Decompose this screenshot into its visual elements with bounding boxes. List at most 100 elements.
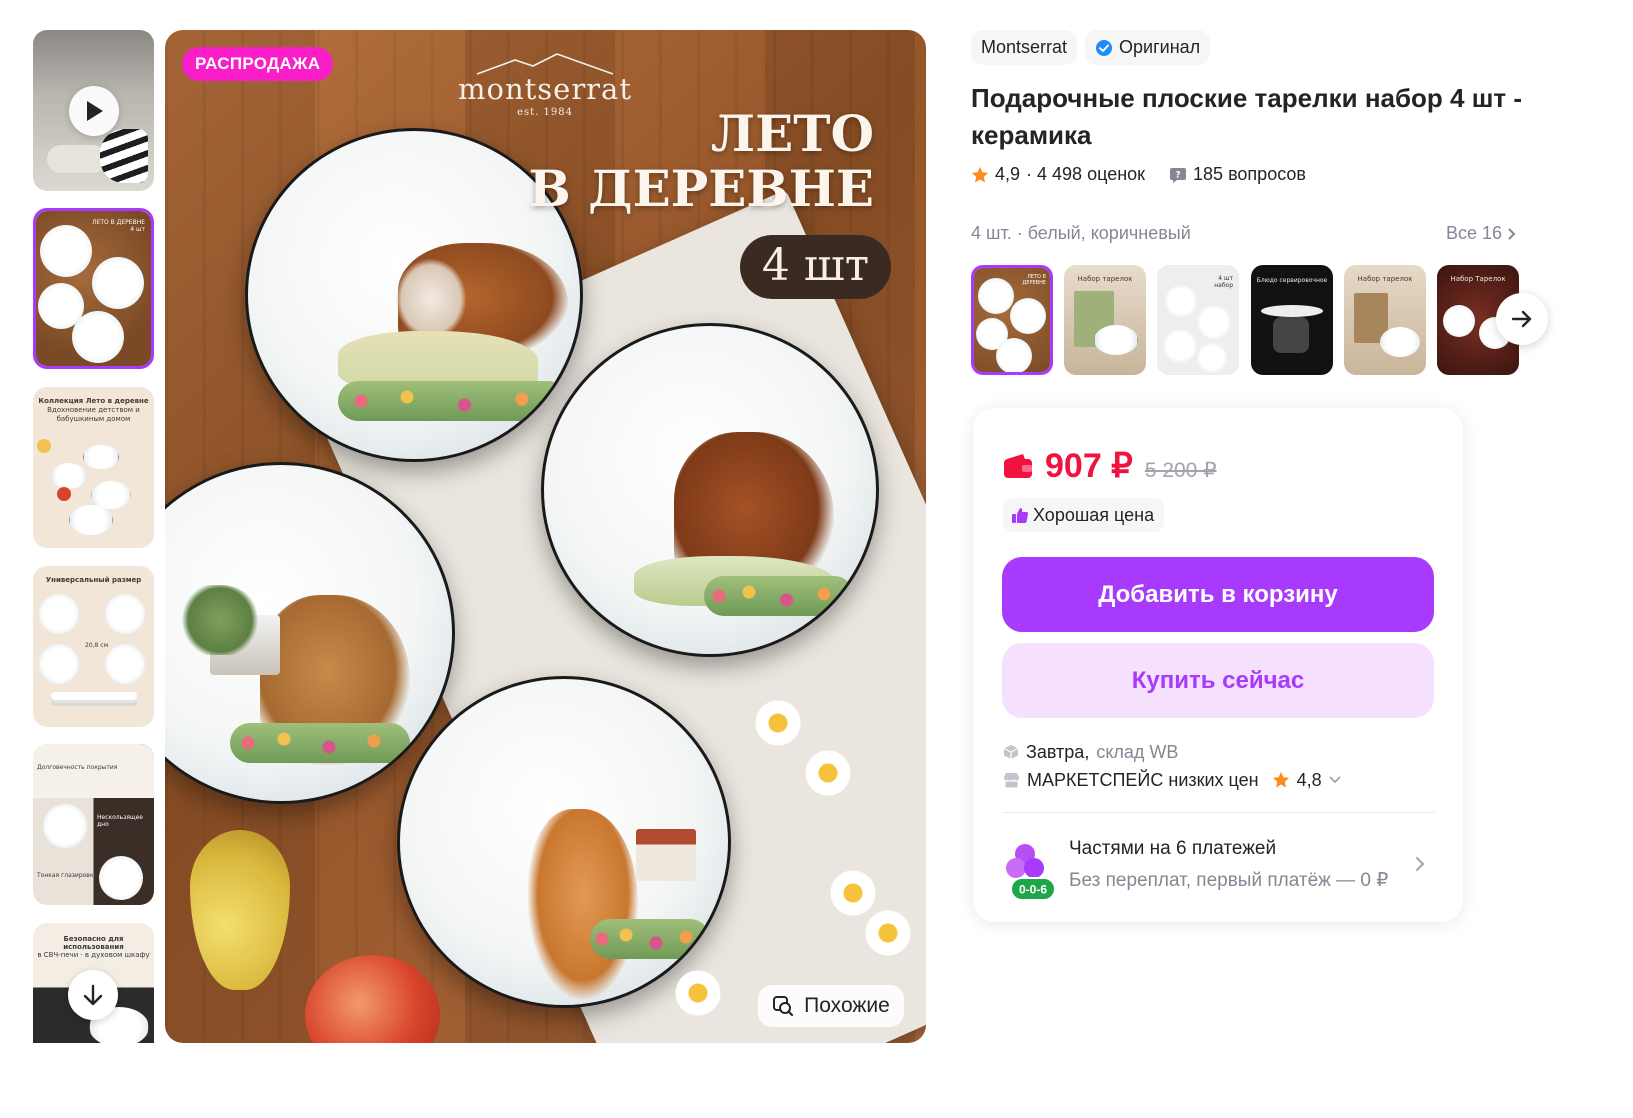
buy-card: 907 ₽ 5 200 ₽ Хорошая цена Добавить в ко… xyxy=(973,408,1463,922)
daisy-decoration xyxy=(755,700,801,746)
variant-caption: ЛЕТО В ДЕРЕВНЕ xyxy=(1022,274,1046,286)
count-pill: 4 шт xyxy=(740,235,891,299)
product-title: Подарочные плоские тарелки набор 4 шт - … xyxy=(971,83,1523,150)
box-icon xyxy=(1003,745,1019,759)
old-price: 5 200 ₽ xyxy=(1144,459,1217,482)
main-product-image[interactable]: РАСПРОДАЖА montserrat est. 1984 ЛЕТО В Д… xyxy=(165,30,926,1043)
question-icon: ? xyxy=(1170,167,1187,183)
thumbnail-caption: 4 шт xyxy=(130,226,145,234)
installments-title: Частями на 6 платежей xyxy=(1069,838,1277,859)
original-tag[interactable]: Оригинал xyxy=(1085,30,1211,65)
thumbnail-caption: Долговечность покрытия xyxy=(37,764,118,771)
thumbnail-image: Универсальный размер 20,8 см xyxy=(33,566,154,727)
variant-image: Набор тарелок xyxy=(1344,265,1426,375)
buy-now-button[interactable]: Купить сейчас xyxy=(1002,643,1434,718)
delivery-info: Завтра, склад WB МАРКЕТСПЕЙС низких цен … xyxy=(1003,738,1341,794)
installments-badge: 0-0-6 xyxy=(1019,883,1047,897)
variant-list: ЛЕТО В ДЕРЕВНЕ Набор тарелок 4 шт набор … xyxy=(971,265,1571,375)
pear-decoration xyxy=(190,830,290,990)
good-price-badge[interactable]: Хорошая цена xyxy=(1003,498,1165,532)
all-variants-link[interactable]: Все 16 xyxy=(1446,223,1516,244)
reviews-count[interactable]: · 4 498 оценок xyxy=(1026,164,1145,185)
variant-caption: Набор тарелок xyxy=(1357,275,1413,283)
product-tags: Montserrat Оригинал xyxy=(971,30,1211,65)
variant-caption: Блюдо сервировочное xyxy=(1256,277,1328,284)
thumbnail-image: Долговечность покрытия Нескользящее дно … xyxy=(33,744,154,905)
headline-line-2: В ДЕРЕВНЕ xyxy=(528,159,874,218)
seller-rating: 4,8 xyxy=(1296,769,1322,790)
thumbnail-image-1[interactable]: ЛЕТО В ДЕРЕВНЕ 4 шт xyxy=(33,208,154,369)
thumbnail-caption: в СВЧ-печи · в духовом шкафу xyxy=(37,951,150,959)
headline-line-1: ЛЕТО xyxy=(710,104,874,163)
thumbnail-image-4[interactable]: Долговечность покрытия Нескользящее дно … xyxy=(33,744,154,905)
thumbnail-caption: ЛЕТО В ДЕРЕВНЕ xyxy=(92,219,145,226)
delivery-day: Завтра, xyxy=(1026,741,1090,762)
daisy-decoration xyxy=(865,910,911,956)
variant-caption: Набор Тарелок xyxy=(1450,275,1506,283)
current-price: 907 ₽ xyxy=(1045,447,1133,485)
thumbnail-image-3[interactable]: Универсальный размер 20,8 см xyxy=(33,566,154,727)
daisy-decoration xyxy=(830,870,876,916)
all-variants-label: Все 16 xyxy=(1445,223,1502,243)
apple-decoration xyxy=(305,955,440,1043)
plate-cat xyxy=(397,676,731,1008)
variant-image: Блюдо сервировочное xyxy=(1251,265,1333,375)
similar-button[interactable]: Похожие xyxy=(758,985,904,1027)
seller-line[interactable]: МАРКЕТСПЕЙС низких цен 4,8 xyxy=(1003,766,1341,794)
thumbnail-caption: Коллекция Лето в деревне xyxy=(38,397,149,405)
original-tag-label: Оригинал xyxy=(1119,37,1201,57)
thumbnail-image: Коллекция Лето в деревне Вдохновение дет… xyxy=(33,387,154,548)
variant-caption: Набор тарелок xyxy=(1077,275,1133,283)
thumbnail-caption: Нескользящее дно xyxy=(97,814,144,828)
scroll-down-button[interactable] xyxy=(68,970,118,1020)
delivery-source: склад WB xyxy=(1096,741,1179,762)
play-button[interactable] xyxy=(69,86,119,136)
variant-image: ЛЕТО В ДЕРЕВНЕ xyxy=(974,268,1050,372)
price-row: 907 ₽ 5 200 ₽ xyxy=(1003,446,1217,486)
variant-caption: 4 шт набор xyxy=(1214,275,1233,289)
thumbnail-image-2[interactable]: Коллекция Лето в деревне Вдохновение дет… xyxy=(33,387,154,548)
variant-4[interactable]: Блюдо сервировочное xyxy=(1251,265,1333,375)
rating-value[interactable]: 4,9 xyxy=(995,164,1020,185)
variant-header: 4 шт. · белый, коричневый Все 16 xyxy=(971,223,1516,244)
similar-search-icon xyxy=(773,996,794,1017)
variant-1[interactable]: ЛЕТО В ДЕРЕВНЕ xyxy=(971,265,1053,375)
similar-label: Похожие xyxy=(804,994,890,1017)
card-divider xyxy=(1003,812,1435,813)
daisy-decoration xyxy=(675,970,721,1016)
delivery-line: Завтра, склад WB xyxy=(1003,738,1341,766)
thumbnail-caption: Тонкая глазировка xyxy=(37,872,98,879)
good-price-label: Хорошая цена xyxy=(1033,504,1155,525)
variant-image: 4 шт набор xyxy=(1157,265,1239,375)
brand-tag[interactable]: Montserrat xyxy=(971,30,1078,65)
thumb-up-icon xyxy=(1012,508,1029,523)
arrow-right-icon xyxy=(1511,310,1532,328)
image-headline: ЛЕТО В ДЕРЕВНЕ xyxy=(528,106,874,216)
daisy-decoration xyxy=(805,750,851,796)
arrow-down-icon xyxy=(83,984,103,1006)
thumbnail-video[interactable] xyxy=(33,30,154,191)
thumbnail-caption: Вдохновение детством и бабушкиным домом xyxy=(47,406,140,424)
thumbnail-caption: Безопасно для использования xyxy=(63,935,124,951)
installments-row[interactable]: 0-0-6 Частями на 6 платежей Без переплат… xyxy=(1003,836,1435,906)
svg-text:?: ? xyxy=(1175,170,1180,180)
questions-count[interactable]: 185 вопросов xyxy=(1193,164,1306,185)
thumbnail-caption: Универсальный размер xyxy=(45,576,142,584)
variant-2[interactable]: Набор тарелок xyxy=(1064,265,1146,375)
variants-next-button[interactable] xyxy=(1496,293,1548,345)
seller-name: МАРКЕТСПЕЙС низких цен xyxy=(1027,769,1259,790)
variant-3[interactable]: 4 шт набор xyxy=(1157,265,1239,375)
thumbnail-image: ЛЕТО В ДЕРЕВНЕ 4 шт xyxy=(36,211,151,366)
thumbnail-caption: 20,8 см xyxy=(85,642,109,649)
variant-description: 4 шт. · белый, коричневый xyxy=(971,223,1191,243)
star-icon xyxy=(1272,771,1289,788)
variant-5[interactable]: Набор тарелок xyxy=(1344,265,1426,375)
verified-icon xyxy=(1096,39,1113,56)
brand-logo-name: montserrat xyxy=(457,72,632,106)
store-icon xyxy=(1004,773,1019,788)
wallet-icon xyxy=(1004,454,1032,478)
installments-subtitle: Без переплат, первый платёж — 0 ₽ xyxy=(1069,870,1389,891)
star-icon xyxy=(971,166,989,183)
chevron-right-icon xyxy=(1508,228,1516,239)
add-to-cart-button[interactable]: Добавить в корзину xyxy=(1002,557,1434,632)
